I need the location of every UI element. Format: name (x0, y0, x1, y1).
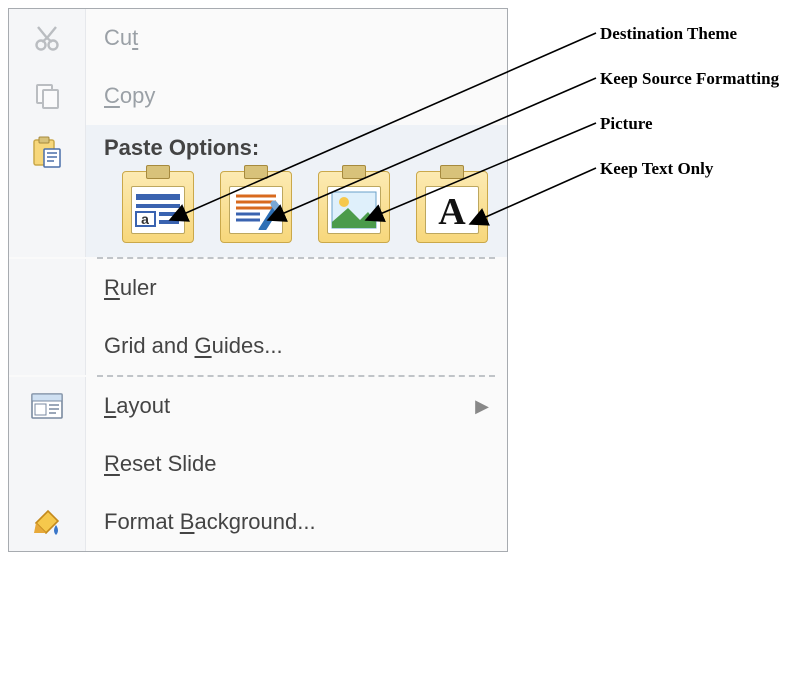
annotation-arrow (0, 0, 809, 693)
